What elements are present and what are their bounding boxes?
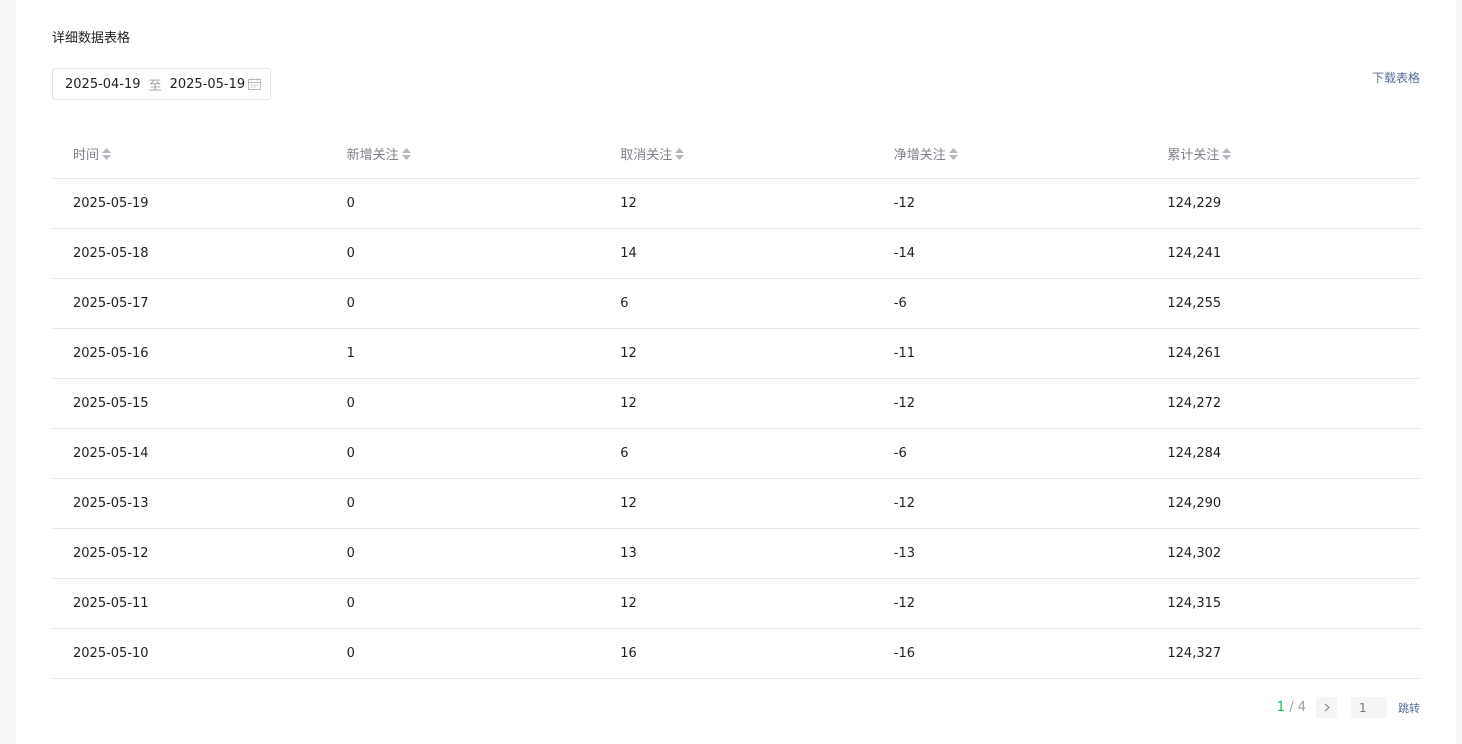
table-cell: -12 — [872, 178, 1147, 229]
current-page: 1 — [1276, 700, 1286, 715]
table-row: 2025-05-10 0 16 -16 124,327 — [52, 628, 1420, 679]
table-cell: 0 — [325, 228, 600, 279]
table-cell: 124,272 — [1146, 378, 1420, 429]
page-indicator: 1 / 4 — [1277, 700, 1306, 715]
section-title: 详细数据表格 — [52, 31, 131, 46]
table-cell: 124,302 — [1146, 528, 1420, 579]
table-row: 2025-05-17 0 6 -6 124,255 — [52, 278, 1420, 329]
date-separator: 至 — [148, 78, 162, 94]
table-row: 2025-05-14 0 6 -6 124,284 — [52, 428, 1420, 479]
table-cell: 6 — [599, 278, 873, 329]
table-cell: 2025-05-17 — [52, 278, 326, 329]
table-cell: -12 — [872, 478, 1147, 529]
table-cell: 12 — [599, 478, 873, 529]
column-header-label: 取消关注 — [620, 147, 673, 163]
table-cell: 14 — [599, 228, 873, 279]
column-header[interactable]: 取消关注 — [599, 129, 873, 179]
table-cell: -6 — [872, 428, 1147, 479]
table-cell: -14 — [872, 228, 1147, 279]
table-cell: -6 — [872, 278, 1147, 329]
sort-icon[interactable] — [102, 148, 112, 161]
table-cell: 124,315 — [1146, 578, 1420, 629]
date-start[interactable]: 2025-04-19 — [65, 77, 141, 92]
table-cell: 124,229 — [1146, 178, 1420, 229]
table-cell: 0 — [325, 628, 600, 679]
sort-icon[interactable] — [1222, 148, 1232, 161]
table-row: 2025-05-12 0 13 -13 124,302 — [52, 528, 1420, 579]
table-cell: 124,290 — [1146, 478, 1420, 529]
table-cell: 0 — [325, 378, 600, 429]
column-header[interactable]: 净增关注 — [872, 129, 1147, 179]
table-cell: 2025-05-19 — [52, 178, 326, 229]
table-header-row: 时间 新增关注 取消关注 净增关注 累计关注 — [52, 129, 1420, 179]
table-cell: 124,327 — [1146, 628, 1420, 679]
date-range-picker[interactable]: 2025-04-19 至 2025-05-19 — [52, 68, 271, 100]
table-cell: 12 — [599, 178, 873, 229]
table-cell: 0 — [325, 278, 600, 329]
table-row: 2025-05-13 0 12 -12 124,290 — [52, 478, 1420, 529]
table-cell: 16 — [599, 628, 873, 679]
table-cell: 2025-05-18 — [52, 228, 326, 279]
table-cell: 0 — [325, 578, 600, 629]
page-separator: / — [1285, 700, 1298, 715]
table-body: 2025-05-19 0 12 -12 124,229 2025-05-18 0 14 -14 1… — [52, 178, 1420, 679]
table-row: 2025-05-19 0 12 -12 124,229 — [52, 178, 1420, 229]
date-end[interactable]: 2025-05-19 — [170, 77, 246, 92]
sort-icon[interactable] — [401, 148, 411, 161]
table-cell: 0 — [325, 478, 600, 529]
table-cell: 0 — [325, 528, 600, 579]
table-cell: 0 — [325, 178, 600, 229]
column-header-label: 累计关注 — [1167, 147, 1220, 163]
table-cell: -11 — [872, 328, 1147, 379]
jump-button[interactable]: 跳转 — [1398, 700, 1420, 716]
table-cell: 2025-05-13 — [52, 478, 326, 529]
table-cell: 13 — [599, 528, 873, 579]
table-cell: -12 — [872, 378, 1147, 429]
table-row: 2025-05-15 0 12 -12 124,272 — [52, 378, 1420, 429]
column-header-label: 时间 — [73, 147, 100, 163]
table-cell: 2025-05-12 — [52, 528, 326, 579]
table-cell: -16 — [872, 628, 1147, 679]
table-cell: 124,261 — [1146, 328, 1420, 379]
data-card: 详细数据表格 2025-04-19 至 2025-05-19 下载表格 时间 新增… — [16, 0, 1456, 744]
calendar-icon[interactable] — [248, 78, 261, 90]
table-cell: 12 — [599, 328, 873, 379]
column-header[interactable]: 时间 — [52, 129, 326, 179]
column-header[interactable]: 累计关注 — [1146, 129, 1420, 179]
table-cell: 2025-05-15 — [52, 378, 326, 429]
table-row: 2025-05-18 0 14 -14 124,241 — [52, 228, 1420, 279]
table-cell: 2025-05-11 — [52, 578, 326, 629]
column-header-label: 新增关注 — [346, 147, 399, 163]
table-cell: 2025-05-10 — [52, 628, 326, 679]
table-cell: 12 — [599, 578, 873, 629]
column-header[interactable]: 新增关注 — [325, 129, 600, 179]
table-cell: 12 — [599, 378, 873, 429]
total-pages: 4 — [1297, 700, 1306, 715]
sort-icon[interactable] — [675, 148, 685, 161]
column-header-label: 净增关注 — [893, 147, 946, 163]
table-cell: 0 — [325, 428, 600, 479]
table-cell: 1 — [325, 328, 600, 379]
page-jump-input[interactable] — [1351, 697, 1387, 718]
download-table-link[interactable]: 下载表格 — [1372, 69, 1420, 87]
pagination: 1 / 4 跳转 — [1277, 697, 1420, 718]
table-cell: 124,255 — [1146, 278, 1420, 329]
sort-icon[interactable] — [948, 148, 958, 161]
data-table: 时间 新增关注 取消关注 净增关注 累计关注 2025-05-19 0 12 -12 124,2… — [52, 129, 1420, 679]
table-cell: 6 — [599, 428, 873, 479]
table-cell: 124,241 — [1146, 228, 1420, 279]
table-cell: 2025-05-14 — [52, 428, 326, 479]
table-cell: 124,284 — [1146, 428, 1420, 479]
table-cell: 2025-05-16 — [52, 328, 326, 379]
next-page-button[interactable] — [1316, 697, 1337, 718]
table-cell: -13 — [872, 528, 1147, 579]
chevron-right-icon — [1324, 703, 1330, 712]
table-row: 2025-05-11 0 12 -12 124,315 — [52, 578, 1420, 629]
table-row: 2025-05-16 1 12 -11 124,261 — [52, 328, 1420, 379]
table-cell: -12 — [872, 578, 1147, 629]
